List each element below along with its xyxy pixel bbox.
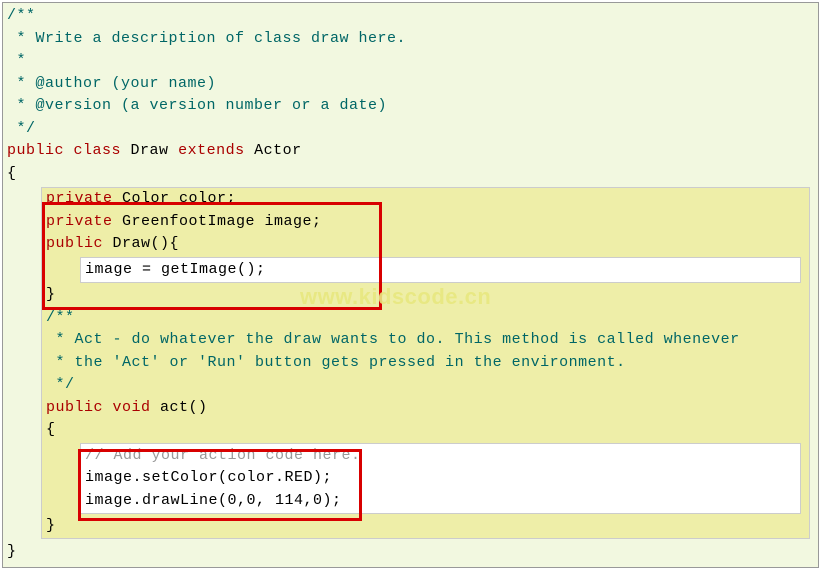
- brace-close: }: [7, 541, 814, 564]
- jd-line: * @version (a version number or a date): [7, 97, 387, 114]
- constructor-sig: public Draw(){: [46, 233, 805, 256]
- jd-line: /**: [7, 7, 36, 24]
- act-brace-open: {: [46, 419, 805, 442]
- kw-public: public: [46, 399, 103, 416]
- kw-public: public: [46, 235, 103, 252]
- act-sig: public void act(): [46, 397, 805, 420]
- act-body: // Add your action code here. image.setC…: [80, 443, 801, 515]
- jd-line: */: [7, 120, 36, 137]
- class-declaration: public class Draw extends Actor: [7, 140, 814, 163]
- field-color: private Color color;: [46, 188, 805, 211]
- ctor-close: }: [46, 284, 805, 307]
- jd-line: /**: [46, 309, 75, 326]
- act-line-setcolor: image.setColor(color.RED);: [85, 467, 796, 490]
- javadoc-act: /** * Act - do whatever the draw wants t…: [46, 307, 805, 397]
- ctor-body-line: image = getImage();: [85, 259, 796, 282]
- class-name: Draw: [121, 142, 178, 159]
- field-decl: GreenfootImage image;: [113, 213, 322, 230]
- act-name: act(): [151, 399, 237, 416]
- code-block: /** * Write a description of class draw …: [2, 2, 819, 568]
- javadoc-class: /** * Write a description of class draw …: [7, 5, 814, 140]
- ctor-name: Draw(){: [103, 235, 179, 252]
- act-brace-close: }: [46, 515, 805, 538]
- jd-line: * the 'Act' or 'Run' button gets pressed…: [46, 354, 626, 371]
- kw-private: private: [46, 213, 113, 230]
- act-line-drawline: image.drawLine(0,0, 114,0);: [85, 490, 796, 513]
- kw-void: void: [113, 399, 151, 416]
- field-decl: Color color;: [113, 190, 237, 207]
- kw-class: class: [74, 142, 122, 159]
- constructor-body: image = getImage();: [80, 257, 801, 284]
- brace-open: {: [7, 163, 814, 186]
- kw-public: public: [7, 142, 64, 159]
- jd-line: */: [46, 376, 75, 393]
- kw-private: private: [46, 190, 113, 207]
- act-comment: // Add your action code here.: [85, 445, 796, 468]
- jd-line: *: [7, 52, 36, 69]
- kw-extends: extends: [178, 142, 245, 159]
- field-image: private GreenfootImage image;: [46, 211, 805, 234]
- class-body: private Color color; private GreenfootIm…: [41, 187, 810, 539]
- jd-line: * Act - do whatever the draw wants to do…: [46, 331, 740, 348]
- jd-line: * Write a description of class draw here…: [7, 30, 406, 47]
- superclass: Actor: [245, 142, 302, 159]
- jd-line: * @author (your name): [7, 75, 226, 92]
